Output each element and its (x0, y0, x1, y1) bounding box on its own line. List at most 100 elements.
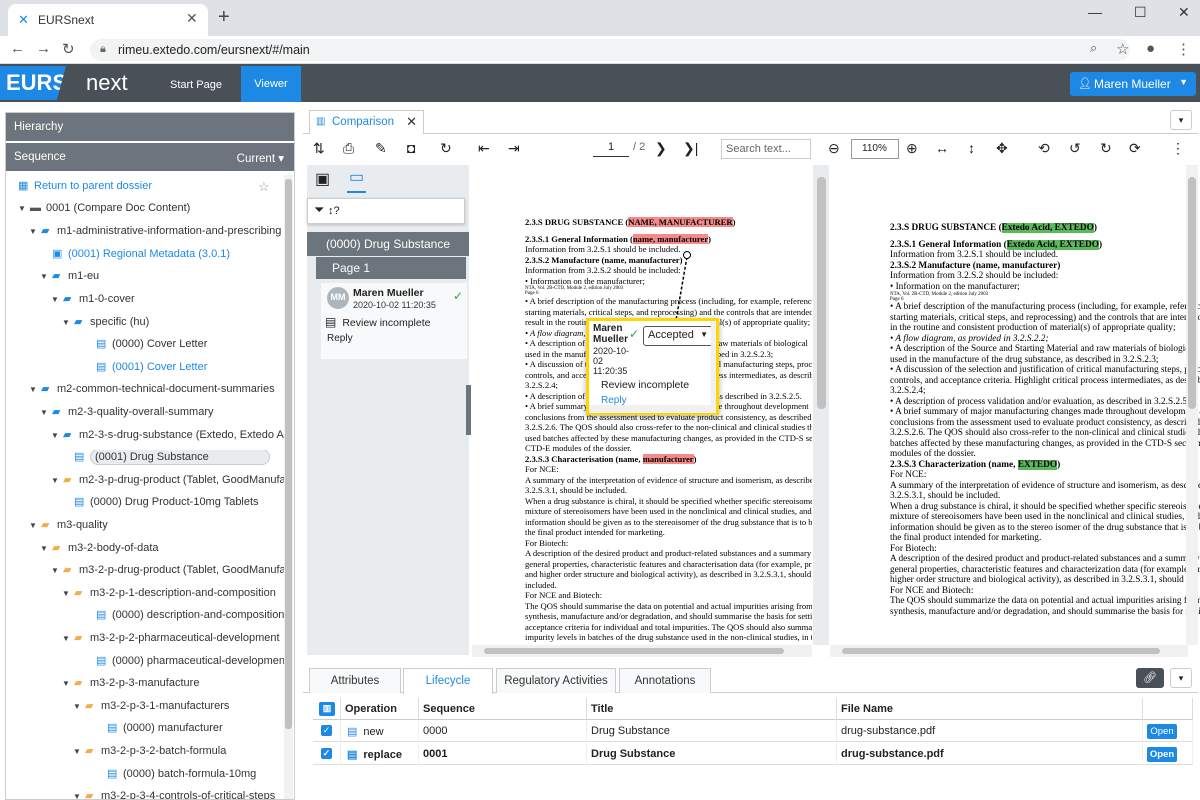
tree-folder[interactable]: ▼ ▰ m1-eu (40, 269, 284, 289)
close-tab-icon[interactable]: ✕ (186, 10, 198, 27)
tree-document[interactable]: ▤ (0000) Cover Letter (84, 337, 284, 357)
annotations-list-icon[interactable]: ▭ (347, 167, 367, 193)
chevron-down-icon[interactable]: ▼ (73, 747, 85, 756)
left-doc-hscrollbar[interactable] (472, 645, 812, 657)
tree-folder[interactable]: ▼ ▰ m2-3-p-drug-product (Tablet, GoodManuf… (51, 473, 284, 493)
rotate-left-icon[interactable]: ↺ (1069, 140, 1081, 157)
document-splitter[interactable] (813, 165, 829, 645)
chevron-down-icon[interactable]: ▼ (51, 295, 63, 304)
rotate-left-all-icon[interactable]: ⟲ (1038, 140, 1050, 157)
sidebar-resize-handle[interactable] (466, 385, 471, 435)
highlighted-change[interactable]: Extedo Acid, EXTEDO (1001, 223, 1094, 233)
tree-folder[interactable]: ▼ ▰ m3-2-p-3-1-manufacturers (73, 699, 284, 719)
return-to-parent-link[interactable]: ▦ Return to parent dossier ☆ (18, 179, 284, 199)
hierarchy-header[interactable]: Hierarchy (6, 113, 294, 141)
open-button[interactable]: Open (1147, 724, 1177, 739)
new-tab-icon[interactable]: + (218, 6, 230, 29)
pan-icon[interactable]: ✥ (996, 140, 1008, 157)
tree-folder[interactable]: ▼ ▰ m3-2-p-2-pharmaceutical-development (62, 631, 284, 651)
link-button[interactable]: 🔗︎ (1136, 668, 1164, 688)
left-doc-scroll-thumb[interactable] (817, 177, 826, 409)
chevron-down-icon[interactable]: ▼ (29, 385, 41, 394)
url-field[interactable]: 🔒︎ rimeu.extedo.com/eursnext/#/main (90, 39, 1130, 61)
tab-attributes[interactable]: Attributes (309, 668, 401, 693)
tab-comparison[interactable]: ▥ Comparison ✕ (309, 110, 424, 134)
reload-icon[interactable]: ↻ (62, 40, 75, 58)
next-page-icon[interactable]: ❯ (655, 140, 667, 157)
browser-menu-icon[interactable]: ⋮ (1176, 40, 1191, 58)
right-doc-scroll-thumb[interactable] (1188, 177, 1196, 409)
chevron-down-icon[interactable]: ▼ (29, 227, 41, 236)
col-title[interactable]: Title (587, 698, 837, 720)
chevron-down-icon[interactable]: ▼ (40, 272, 52, 281)
chevron-down-icon[interactable]: ▼ (62, 589, 74, 598)
sort-icon[interactable]: ⇅ (313, 140, 325, 157)
filter-icon[interactable]: ⏷ (314, 202, 324, 217)
forward-icon[interactable]: → (36, 40, 51, 57)
maximize-icon[interactable]: ☐ (1134, 4, 1147, 21)
tree-folder[interactable]: ▼ ▰ m2-3-quality-overall-summary (40, 405, 284, 425)
tree-document[interactable]: ▤ (0001) Cover Letter (84, 360, 284, 380)
tree-document[interactable]: ▤ (0001) Drug Substance (62, 450, 284, 470)
left-doc-hscroll-thumb[interactable] (484, 648, 784, 654)
rotate-right-all-icon[interactable]: ⟳ (1129, 140, 1141, 157)
tree-folder[interactable]: ▼ ▰ m3-2-p-3-manufacture (62, 676, 284, 696)
col-sequence[interactable]: Sequence (419, 698, 587, 720)
close-tab-icon[interactable]: ✕ (406, 114, 417, 130)
collapse-left-icon[interactable]: ⇤ (478, 140, 490, 157)
nav-viewer[interactable]: Viewer (241, 66, 301, 102)
sort-filter-icon[interactable]: ↕? (328, 205, 340, 217)
right-doc-hscroll-thumb[interactable] (842, 648, 1160, 654)
tree-document[interactable]: ▤ (0000) manufacturer (95, 721, 284, 741)
tree-folder[interactable]: ▼ ▰ m1-administrative-information-and-pres… (29, 224, 284, 244)
camera-icon[interactable]: ◘ (407, 140, 415, 156)
thumbnails-icon[interactable]: ▣ (315, 169, 330, 189)
tree-folder[interactable]: ▼ ▰ m3-2-p-drug-product (Tablet, GoodManuf… (51, 563, 284, 583)
zoom-level-input[interactable]: 110% (851, 139, 899, 159)
tree-scrollbar[interactable] (284, 175, 293, 799)
tree-document[interactable]: ▤ (0000) description-and-composition (84, 608, 284, 628)
annotation-page-header[interactable]: Page 1 (316, 257, 466, 279)
chevron-down-icon[interactable]: ▼ (51, 476, 63, 485)
highlighted-change[interactable]: NAME, MANUFACTURER (628, 217, 733, 227)
tree-document[interactable]: ▤ (0000) pharmaceutical-development (84, 654, 284, 674)
tree-folder[interactable]: ▼ ▰ m3-quality (29, 518, 284, 538)
browser-tab[interactable]: ✕ EURSnext ✕ (8, 4, 208, 36)
fit-height-icon[interactable]: ↕ (968, 140, 975, 156)
popup-hscrollbar[interactable] (589, 405, 716, 413)
tab-annotations[interactable]: Annotations (619, 668, 711, 693)
minimize-icon[interactable]: — (1088, 4, 1102, 20)
tree-scroll-thumb[interactable] (285, 179, 292, 729)
chevron-down-icon[interactable]: ▼ (73, 792, 85, 799)
rotate-right-icon[interactable]: ↻ (1100, 140, 1112, 157)
lifecycle-menu-button[interactable]: ▾ (1170, 668, 1192, 688)
chevron-down-icon[interactable]: ▼ (51, 431, 63, 440)
page-number-input[interactable]: 1 (593, 139, 629, 157)
tree-folder[interactable]: ▼ ▰ m3-2-p-3-2-batch-formula (73, 744, 284, 764)
favorite-star-icon[interactable]: ☆ (258, 179, 270, 195)
tree-folder[interactable]: ▼ ▰ m2-3-s-drug-substance (Extedo, Extedo … (51, 428, 284, 448)
chevron-down-icon[interactable]: ▼ (40, 544, 52, 553)
tree-document[interactable]: ▤ (0000) batch-formula-10mg (95, 767, 284, 787)
select-all-checkbox[interactable]: ▥ (319, 702, 335, 716)
right-doc-scrollbar[interactable] (1186, 165, 1198, 645)
search-text-input[interactable]: Search text... (721, 139, 811, 159)
annotation-reply-link[interactable]: Reply (327, 333, 353, 344)
chevron-down-icon[interactable]: ▼ (18, 204, 30, 213)
row-checkbox[interactable]: ✓ (321, 748, 332, 759)
highlighted-change[interactable]: manufacturer (642, 453, 694, 464)
tree-folder[interactable]: ▼ ▬ 0001 (Compare Doc Content) (18, 202, 284, 222)
highlighted-change[interactable]: EXTEDO (1017, 459, 1058, 470)
print-icon[interactable]: ⎙ (343, 140, 354, 157)
zoom-icon[interactable]: ⌕ (1090, 40, 1097, 56)
tree-folder[interactable]: ▼ ▰ m2-common-technical-document-summaries (29, 382, 284, 402)
col-file-name[interactable]: File Name (837, 698, 1143, 720)
annotation-card[interactable]: MM Maren Mueller 2020-10-02 11:20:35 ✓ ▤… (321, 283, 467, 359)
zoom-in-icon[interactable]: ⊕ (906, 140, 918, 157)
highlighted-change[interactable]: name, manufacturer (632, 233, 709, 244)
more-options-icon[interactable]: ⋮ (1171, 140, 1185, 157)
fit-width-icon[interactable]: ↔ (935, 140, 949, 156)
open-button[interactable]: Open (1147, 747, 1177, 762)
annotation-doc-header[interactable]: (0000) Drug Substance (307, 232, 469, 256)
refresh-icon[interactable]: ↻ (440, 140, 452, 157)
